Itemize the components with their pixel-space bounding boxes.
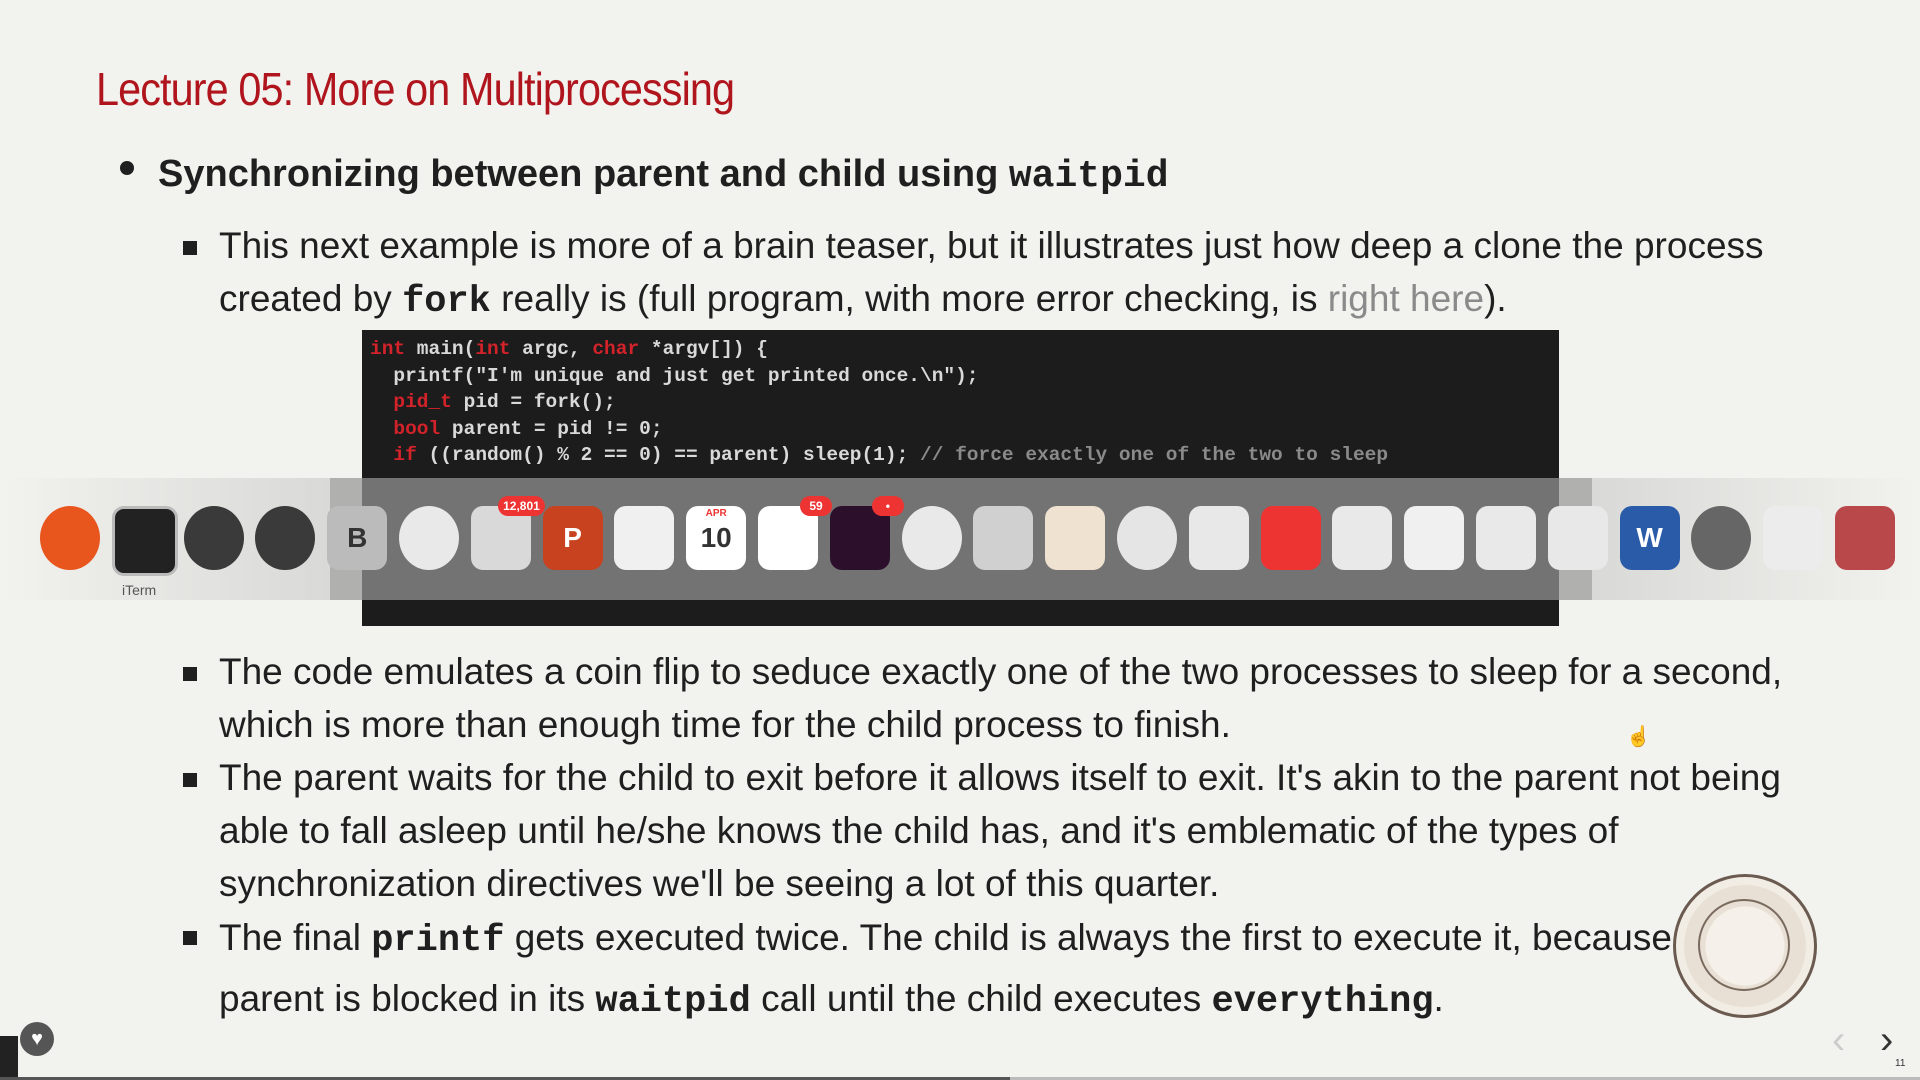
sub-bullet-2-marker: [183, 667, 197, 681]
code-printf: printf: [371, 920, 505, 962]
word-icon-glyph: W: [1636, 522, 1663, 553]
sub-bullet-2: The code emulates a coin flip to seduce …: [219, 651, 1783, 745]
code-fork: fork: [402, 281, 491, 323]
sub-bullet-4-text-d: .: [1433, 978, 1444, 1019]
left-edge-bar: [0, 1036, 18, 1080]
airmail-icon[interactable]: [1260, 506, 1321, 570]
reminders-badge: 59: [800, 496, 832, 516]
firefox-icon[interactable]: [40, 506, 100, 570]
screen-draw-icon[interactable]: [1547, 506, 1608, 570]
code-line-2: printf("I'm unique and just get printed …: [370, 364, 979, 387]
photos-icon[interactable]: [1476, 506, 1536, 570]
reminders-icon[interactable]: 59: [758, 496, 832, 570]
bbedit-icon-glyph: B: [347, 522, 368, 553]
bullet-dot: [120, 161, 134, 175]
calendar-icon[interactable]: 10 APR: [686, 506, 747, 570]
sub-bullet-1-marker: [183, 241, 197, 255]
sub-bullet-4-text-a: The final: [219, 917, 372, 958]
code-waitpid-2: waitpid: [595, 981, 751, 1023]
mail-badge: 12,801: [498, 496, 545, 516]
dock-item-label-iterm: iTerm: [122, 582, 157, 598]
bullet-main-label: Synchronizing between parent and child u…: [158, 153, 1009, 195]
trash-icon[interactable]: [1835, 506, 1895, 570]
finder-icon[interactable]: [1188, 506, 1249, 570]
powerpoint-icon[interactable]: P: [542, 506, 603, 570]
photo-booth-icon[interactable]: [1332, 506, 1393, 570]
code-everything: everything: [1211, 981, 1434, 1023]
code-line-3: pid_t pid = fork();: [370, 391, 616, 413]
code-line-1: int main(int argc, char *argv[]) {: [370, 338, 768, 360]
sub-bullet-4: The final printf gets executed twice. Th…: [219, 909, 1839, 1031]
stanford-seal: [1673, 874, 1817, 1018]
messages-icon[interactable]: [614, 506, 675, 570]
calendar-icon-glyph: 10: [700, 522, 732, 553]
slack-badge: •: [871, 496, 904, 516]
word-icon[interactable]: W: [1619, 506, 1680, 570]
sub-bullet-4-marker: [183, 931, 197, 945]
sub-bullet-1-text-b: really is (full program, with more error…: [490, 278, 1328, 319]
bbedit-icon[interactable]: B: [327, 506, 388, 570]
sub-bullet-1-text-c: ).: [1484, 278, 1507, 319]
next-slide-arrow[interactable]: ›: [1880, 1018, 1893, 1063]
prev-slide-arrow[interactable]: ‹: [1832, 1018, 1845, 1063]
sub-bullet-4-text-c: call until the child executes: [750, 978, 1212, 1019]
hand-cursor-icon: ☝: [1626, 726, 1651, 748]
chrome-icon[interactable]: [901, 506, 962, 570]
calendar-month: APR: [705, 508, 727, 519]
sub-bullet-3: The parent waits for the child to exit b…: [219, 757, 1781, 904]
preview-icon[interactable]: [973, 506, 1034, 570]
teamviewer-icon[interactable]: [1117, 506, 1177, 570]
page-number: 11: [1895, 1058, 1906, 1069]
right-here-link[interactable]: right here: [1328, 278, 1484, 319]
powerpoint-icon-glyph: P: [563, 522, 582, 553]
keynote-icon[interactable]: [1404, 506, 1465, 570]
slack-icon[interactable]: •: [829, 496, 904, 570]
safari-icon[interactable]: [399, 506, 459, 570]
bullet-main-text: Synchronizing between parent and child u…: [158, 153, 1169, 198]
sub-bullet-3-marker: [183, 773, 197, 787]
system-preferences-icon[interactable]: [1691, 506, 1752, 570]
quill-icon[interactable]: [183, 506, 244, 570]
code-line-5: if ((random() % 2 == 0) == parent) sleep…: [370, 444, 1389, 466]
code-pre: int main(int argc, char *argv[]) { print…: [362, 330, 1559, 475]
code-line-4: bool parent = pid != 0;: [370, 417, 663, 440]
slide-title: Lecture 05: More on Multiprocessing: [96, 63, 735, 115]
sub-bullet-1: This next example is more of a brain tea…: [219, 219, 1839, 329]
folder-icon[interactable]: [1763, 506, 1824, 570]
quicktime-icon[interactable]: [255, 506, 316, 570]
iterm-icon[interactable]: [111, 506, 178, 576]
mail-icon[interactable]: 12,801: [470, 496, 545, 570]
heart-icon[interactable]: ♥: [20, 1022, 54, 1056]
textedit-icon[interactable]: [1045, 506, 1106, 570]
code-waitpid: waitpid: [1008, 155, 1169, 198]
